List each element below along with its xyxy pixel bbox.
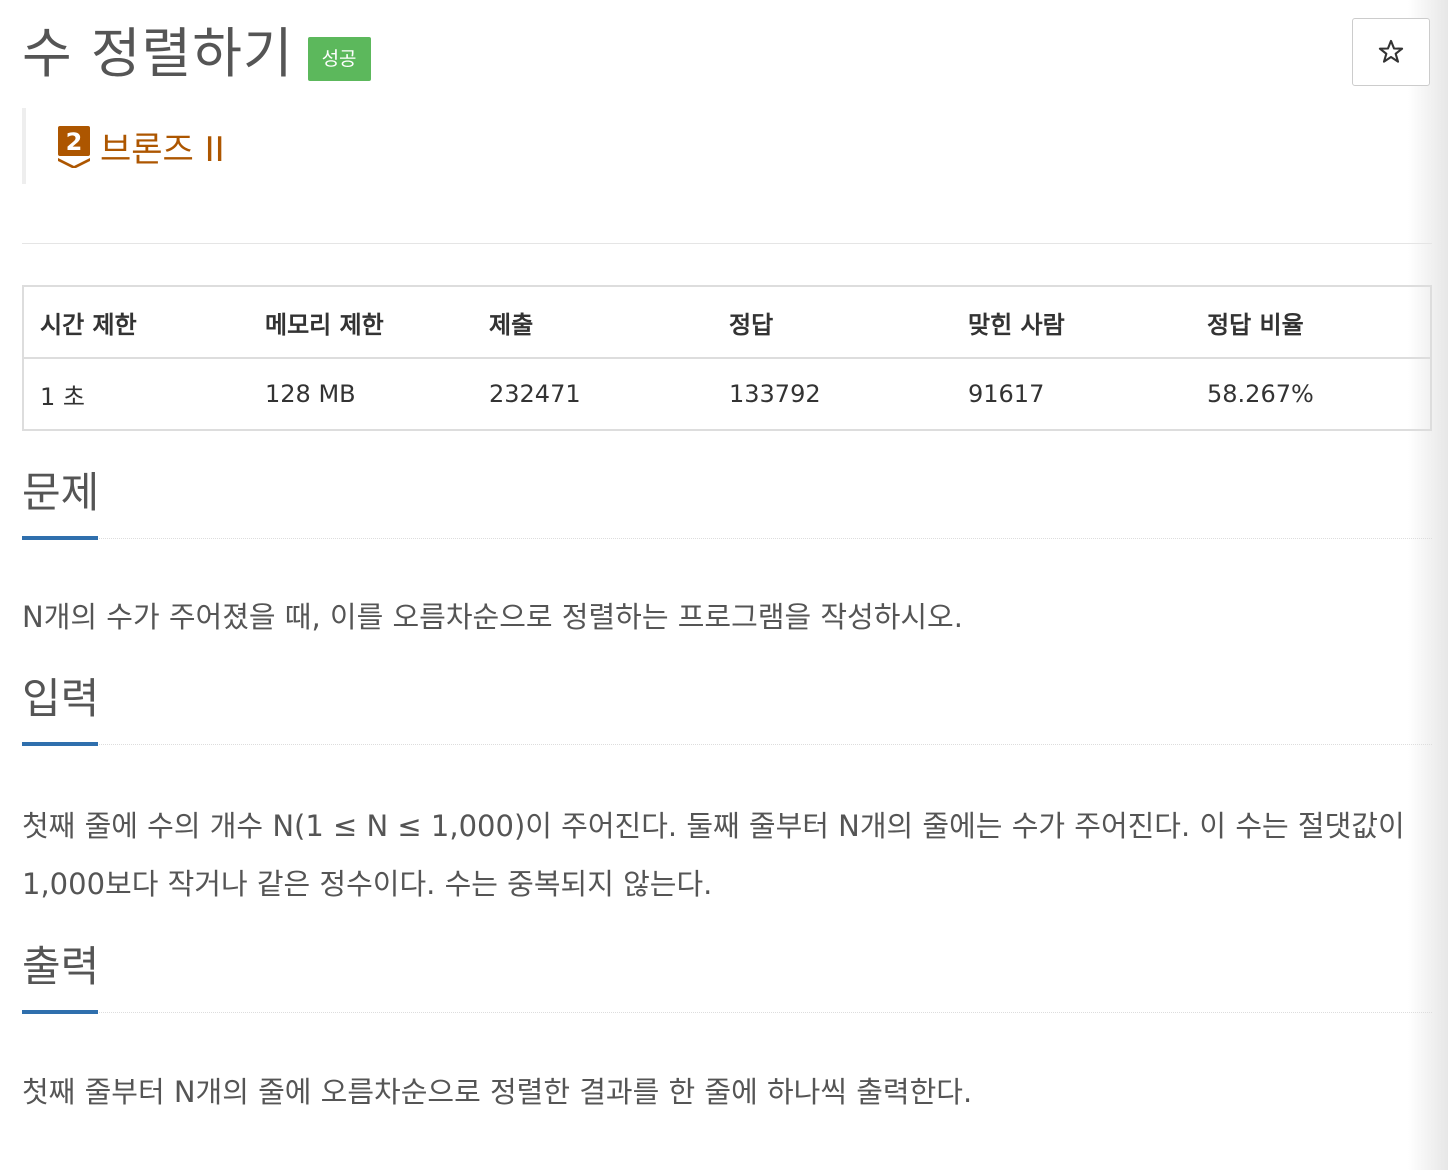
tier-level-number: 2 <box>66 128 83 156</box>
bronze-tier-icon: 2 <box>58 126 90 168</box>
star-icon <box>1378 39 1404 63</box>
header-accept-ratio: 정답 비율 <box>1207 310 1304 339</box>
output-section-title: 출력 <box>22 942 100 991</box>
problem-section-header: 문제 <box>22 466 1432 540</box>
input-description: 첫째 줄에 수의 개수 N(1 ≤ N ≤ 1,000)이 주어진다. 둘째 줄… <box>22 809 1405 901</box>
value-accept-ratio: 58.267% <box>1207 380 1314 408</box>
page-title: 수 정렬하기 <box>22 22 294 85</box>
header-submissions: 제출 <box>489 310 534 339</box>
output-description: 첫째 줄부터 N개의 줄에 오름차순으로 정렬한 결과를 한 줄에 하나씩 출력… <box>22 1075 973 1109</box>
value-solved-users[interactable]: 91617 <box>952 359 1191 429</box>
table-data-row: 1 초 128 MB 232471 133792 91617 58.267% <box>24 359 1430 429</box>
section-underline <box>22 1010 98 1014</box>
tier-label[interactable]: 브론즈 II <box>100 122 225 171</box>
section-underline <box>22 742 98 746</box>
output-section-header: 출력 <box>22 940 1432 1014</box>
header-solved-users: 맞힌 사람 <box>968 310 1065 339</box>
input-section-title: 입력 <box>22 674 100 723</box>
header-divider <box>22 243 1432 244</box>
header-accepted: 정답 <box>729 310 774 339</box>
value-memory-limit: 128 MB <box>265 380 356 408</box>
problem-description: N개의 수가 주어졌을 때, 이를 오름차순으로 정렬하는 프로그램을 작성하시… <box>22 600 963 634</box>
problem-info-table: 시간 제한 메모리 제한 제출 정답 맞힌 사람 정답 비율 1 초 128 M… <box>22 285 1432 431</box>
tier-block: 2 브론즈 II <box>22 108 422 184</box>
value-time-limit: 1 초 <box>40 382 85 411</box>
input-section-header: 입력 <box>22 672 1432 746</box>
table-header-row: 시간 제한 메모리 제한 제출 정답 맞힌 사람 정답 비율 <box>24 287 1430 359</box>
problem-section-title: 문제 <box>22 468 100 517</box>
status-badge: 성공 <box>307 37 371 81</box>
section-underline <box>22 536 98 540</box>
header-memory-limit: 메모리 제한 <box>265 310 384 339</box>
favorite-button[interactable] <box>1352 18 1430 86</box>
header-time-limit: 시간 제한 <box>40 310 137 339</box>
problem-header: 수 정렬하기 성공 <box>22 18 371 90</box>
value-accepted[interactable]: 133792 <box>713 359 952 429</box>
value-submissions[interactable]: 232471 <box>473 359 713 429</box>
